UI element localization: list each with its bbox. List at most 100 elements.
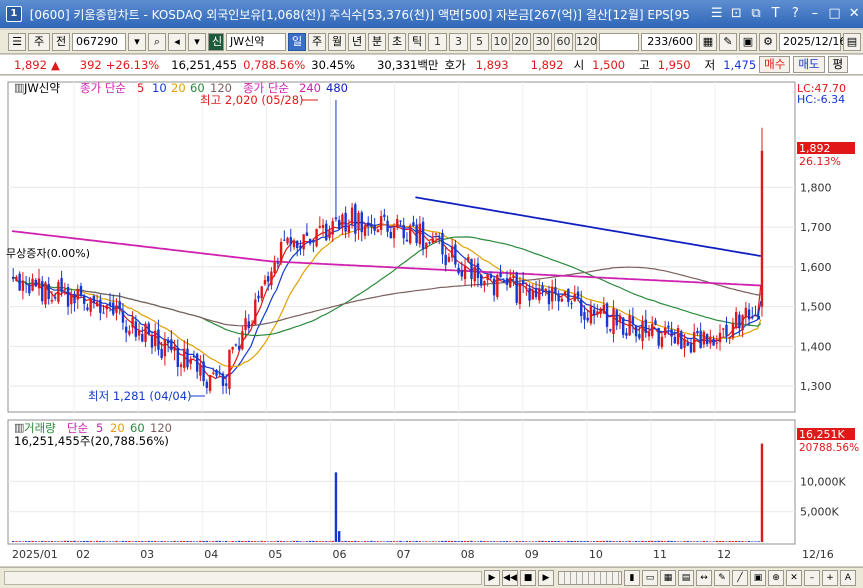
custom-interval-input[interactable] bbox=[599, 32, 639, 51]
help-icon[interactable]: ? bbox=[786, 5, 804, 23]
settings-icon[interactable]: ⚙ bbox=[759, 32, 777, 51]
scroll-first-icon[interactable]: ▶ bbox=[484, 570, 500, 586]
volume-bar bbox=[260, 540, 263, 542]
candle-body bbox=[463, 265, 467, 280]
eval-button[interactable]: 평 bbox=[827, 56, 849, 73]
period-week-button[interactable]: 주 bbox=[308, 32, 326, 51]
candle-body bbox=[163, 339, 167, 357]
interval-10[interactable]: 10 bbox=[491, 32, 510, 51]
menu-icon[interactable]: ☰ bbox=[8, 32, 26, 51]
image-icon[interactable]: ▣ bbox=[750, 570, 766, 586]
calendar-icon[interactable]: ▤ bbox=[843, 32, 861, 51]
candle-body bbox=[192, 355, 196, 358]
interval-5[interactable]: 5 bbox=[470, 32, 489, 51]
volume-bar bbox=[199, 540, 202, 542]
search-icon[interactable]: ⌕ bbox=[148, 32, 166, 51]
tool-icon[interactable]: ✎ bbox=[714, 570, 730, 586]
buy-button[interactable]: 매수 bbox=[759, 56, 791, 73]
date-field[interactable]: 2025/12/16 bbox=[779, 32, 846, 51]
candle-body bbox=[625, 332, 628, 336]
restore-icon[interactable]: □ bbox=[826, 5, 844, 23]
scroll-prev-icon[interactable]: ◀◀ bbox=[502, 570, 518, 586]
zoom-in-icon[interactable]: ⊕ bbox=[768, 570, 784, 586]
interval-1[interactable]: 1 bbox=[428, 32, 447, 51]
volume-bar bbox=[257, 541, 260, 542]
grid-icon[interactable]: ▦ bbox=[699, 32, 717, 51]
window-titlebar: 1 [0600] 키움종합차트 - KOSDAQ 외국인보유[1,068(천)]… bbox=[0, 0, 863, 28]
x-tick-label: 11 bbox=[653, 548, 667, 561]
ma-legend-20: 20 bbox=[171, 81, 186, 95]
interval-30[interactable]: 30 bbox=[533, 32, 552, 51]
line-icon[interactable]: ╱ bbox=[732, 570, 748, 586]
volume-bar bbox=[86, 540, 89, 542]
stock-name-field[interactable]: JW신약 bbox=[226, 32, 286, 51]
period-day-button[interactable]: 일 bbox=[288, 32, 306, 51]
period-tick-button[interactable]: 틱 bbox=[408, 32, 426, 51]
candle-body bbox=[383, 214, 386, 217]
auto-icon[interactable]: A bbox=[840, 570, 856, 586]
chart-scrollbar[interactable] bbox=[4, 571, 482, 585]
overlay-icon[interactable]: ▤ bbox=[678, 570, 694, 586]
interval-120[interactable]: 120 bbox=[575, 32, 597, 51]
stock-code-input[interactable]: 067290 bbox=[72, 32, 126, 51]
zoom-out-icon[interactable]: ✕ bbox=[786, 570, 802, 586]
candle-body bbox=[31, 278, 34, 291]
candle-body bbox=[92, 295, 96, 303]
pin-icon[interactable]: ⊡ bbox=[728, 5, 746, 23]
compare-icon[interactable]: ↔ bbox=[696, 570, 712, 586]
prev-button[interactable]: 전 bbox=[52, 32, 70, 51]
volume-bar bbox=[370, 540, 373, 542]
volume-bar bbox=[202, 541, 205, 542]
chart-type-icon[interactable]: ▦ bbox=[660, 570, 676, 586]
candle-body bbox=[563, 291, 567, 296]
interval-20[interactable]: 20 bbox=[512, 32, 531, 51]
interval-60[interactable]: 60 bbox=[554, 32, 573, 51]
x-tick-label: 03 bbox=[140, 548, 154, 561]
candle-body bbox=[157, 329, 160, 350]
turnover-rate: 30.45% bbox=[311, 57, 356, 72]
volume-bar bbox=[628, 540, 631, 542]
plus-icon[interactable]: + bbox=[822, 570, 838, 586]
link-icon[interactable]: ⧉ bbox=[747, 5, 765, 23]
x-tick-label: 04 bbox=[204, 548, 218, 561]
volume-legend-label: 거래량 bbox=[24, 421, 56, 435]
volume-bar bbox=[70, 541, 73, 542]
candle-body bbox=[518, 283, 522, 305]
sell-button[interactable]: 매도 bbox=[793, 56, 825, 73]
period-year-button[interactable]: 년 bbox=[348, 32, 366, 51]
interval-3[interactable]: 3 bbox=[449, 32, 468, 51]
fit-icon[interactable]: ▭ bbox=[642, 570, 658, 586]
period-type-select[interactable]: 주 bbox=[28, 32, 50, 51]
minus-icon[interactable]: – bbox=[804, 570, 820, 586]
volume-bar bbox=[244, 541, 247, 542]
zoom-handle-icon[interactable]: ▮ bbox=[624, 570, 640, 586]
stop-icon[interactable]: ■ bbox=[520, 570, 536, 586]
volume-bar bbox=[438, 541, 441, 542]
price-change-pct: +26.13% bbox=[105, 57, 160, 72]
code-dropdown-icon[interactable]: ▾ bbox=[128, 32, 146, 51]
volume-bar bbox=[376, 541, 380, 542]
period-minute-button[interactable]: 분 bbox=[368, 32, 386, 51]
chart-area[interactable]: 1,300 1,400 1,500 1,600 1,700 1,800 5,000K 10,… bbox=[0, 76, 863, 566]
candle-body bbox=[450, 245, 454, 258]
count-field[interactable]: 233/600 bbox=[641, 32, 697, 51]
list-icon[interactable]: ☰ bbox=[708, 5, 726, 23]
volume-bar bbox=[308, 540, 312, 542]
stock-chart[interactable]: 1,300 1,400 1,500 1,600 1,700 1,800 5,000K 10,… bbox=[0, 76, 863, 566]
period-month-button[interactable]: 월 bbox=[328, 32, 346, 51]
x-axis: 2025/01 02 03 04 05 06 07 08 09 10 11 12 12/16 bbox=[12, 548, 834, 561]
zoom-slider[interactable] bbox=[558, 571, 622, 585]
draw-icon[interactable]: ✎ bbox=[719, 32, 737, 51]
period-second-button[interactable]: 초 bbox=[388, 32, 406, 51]
candle-body bbox=[325, 223, 328, 241]
candle-body bbox=[183, 348, 186, 368]
volume-bar bbox=[418, 541, 422, 542]
text-icon[interactable]: T bbox=[767, 5, 785, 23]
scroll-next-icon[interactable]: ▶ bbox=[538, 570, 554, 586]
save-icon[interactable]: ▣ bbox=[739, 32, 757, 51]
arrow-icon[interactable]: ▾ bbox=[188, 32, 206, 51]
speaker-icon[interactable]: ◂ bbox=[168, 32, 186, 51]
candle-body bbox=[266, 276, 270, 282]
close-icon[interactable]: ✕ bbox=[845, 5, 863, 23]
minimize-icon[interactable]: – bbox=[806, 5, 824, 23]
